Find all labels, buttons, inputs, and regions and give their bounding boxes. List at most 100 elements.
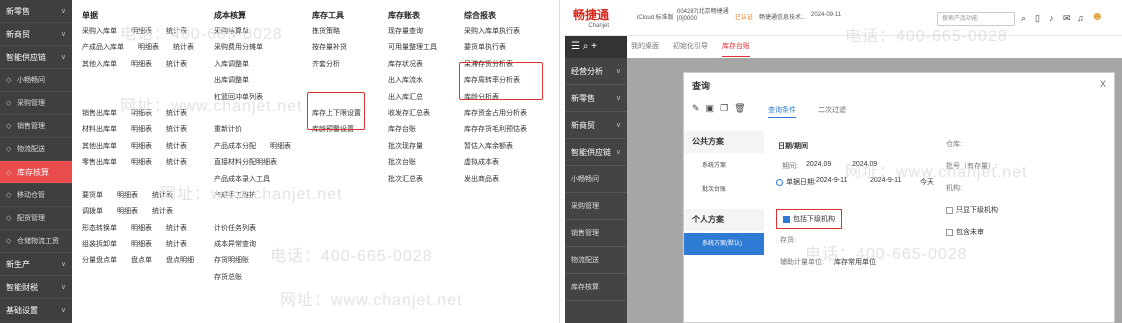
sidebar-item[interactable]: ◇ 配货管理 [0,207,72,230]
menu-link[interactable]: 暂估入库余额表 [464,143,513,150]
menu-link[interactable]: 其他出库单 [82,143,117,150]
company-name[interactable]: 004287|北京畅捷通 [677,6,729,15]
sidebar-item[interactable]: 物流配送 [565,247,627,274]
menu-link[interactable]: 重新计价 [214,126,242,133]
search-icon[interactable]: ⌕ [583,41,589,52]
search-icon[interactable]: ⌕ [1021,13,1026,24]
menu-link[interactable]: 明细表 [131,28,152,35]
aux-unit-select[interactable]: 库存常用单位 [834,257,876,267]
tab-conditions[interactable]: 查询条件 [768,105,796,118]
menu-link[interactable]: 产成品入库单 [82,44,124,51]
menu-link[interactable]: 发出商品表 [464,176,499,183]
menu-icon[interactable]: ☰ [571,41,580,52]
menu-link[interactable]: 统计表 [166,241,187,248]
menu-link[interactable]: 统计表 [152,208,173,215]
menu-link[interactable]: 拣货策略 [312,28,340,35]
menu-link[interactable]: 库存状况表 [388,61,423,68]
menu-link[interactable]: 明细表 [131,225,152,232]
include-sub-org-checkbox[interactable] [783,215,790,223]
sidebar-item[interactable]: 采购管理 [565,193,627,220]
menu-link[interactable]: 采购入库单执行表 [464,28,520,35]
menu-link[interactable]: 批次台账 [388,159,416,166]
menu-link[interactable]: 统计表 [152,192,173,199]
menu-link[interactable]: 直接材料分配明细表 [214,159,277,166]
date-from-input[interactable]: 2024-9-11 [816,177,847,184]
public-plan-header[interactable]: 公共方案 [684,131,764,153]
menu-link[interactable]: 明细表 [131,126,152,133]
menu-link[interactable]: 收发存汇总表 [388,110,430,117]
menu-link[interactable]: 明细表 [270,143,291,150]
sidebar-item[interactable]: 基础设置 ∨ [0,299,72,322]
menu-link[interactable]: 销售出库单 [82,110,117,117]
menu-link[interactable]: 产成手工维护 [214,192,256,199]
menu-link[interactable]: 出入库流水 [388,77,423,84]
menu-link[interactable]: 统计表 [166,159,187,166]
menu-link[interactable]: 批次汇总表 [388,176,423,183]
menu-link[interactable]: 统计表 [166,126,187,133]
bell-icon[interactable]: ♫ [1077,13,1084,23]
sidebar-item[interactable]: 新生产 ∨ [0,253,72,276]
sidebar-item[interactable]: 智能供应链 ∨ [565,139,627,166]
menu-link[interactable]: 计价任务列表 [214,225,256,232]
page-tab[interactable]: 我的桌面 [631,38,659,56]
menu-link[interactable]: 统计表 [166,225,187,232]
menu-link[interactable]: 明细表 [131,143,152,150]
sidebar-item[interactable]: 销售管理 [565,220,627,247]
public-plan-item[interactable]: 系统方案 [684,155,764,177]
menu-link[interactable]: 要货单执行表 [464,44,506,51]
menu-link[interactable]: 其他入库单 [82,61,117,68]
sidebar-item[interactable]: 库存核算 [565,274,627,301]
menu-link[interactable]: 库存存货毛利预估表 [464,126,527,133]
document-icon[interactable]: ▯ [1035,13,1040,24]
public-plan-item[interactable]: 批次台账 [684,179,764,201]
menu-link[interactable]: 盘点明细 [166,257,194,264]
notification-icon[interactable]: ♪ [1049,13,1054,23]
single-date-radio[interactable] [776,178,783,186]
sidebar-item[interactable]: 新零售 ∨ [565,85,627,112]
tab-secondary-filter[interactable]: 二次过滤 [818,105,846,115]
menu-link[interactable]: 成本异常查询 [214,241,256,248]
sidebar-item[interactable]: 新零售 ∨ [0,0,72,23]
menu-link[interactable]: 产品成本分配 [214,143,256,150]
menu-link[interactable]: 库存资金占用分析表 [464,110,527,117]
menu-link[interactable]: 分量盘点单 [82,257,117,264]
menu-link[interactable]: 杠篮回冲单列表 [214,94,263,101]
page-tab[interactable]: 初始化引导 [673,38,708,56]
menu-link[interactable]: 组装拆卸单 [82,241,117,248]
menu-link[interactable]: 要货单 [82,192,103,199]
menu-link[interactable]: 明细表 [131,110,152,117]
sidebar-item[interactable]: ◇ 移动仓管 [0,184,72,207]
menu-link[interactable]: 出库调整单 [214,77,249,84]
period-to-input[interactable]: 2024.09 [852,161,877,168]
sidebar-item[interactable]: ◇ 销售管理 [0,115,72,138]
include-unaudited-checkbox[interactable] [946,228,953,236]
personal-plan-item[interactable]: 系统方案(默认) [684,233,764,255]
close-icon[interactable]: X [1100,79,1106,89]
add-icon[interactable]: + [591,41,597,52]
menu-link[interactable]: 明细表 [131,159,152,166]
sidebar-item[interactable]: ◇ 仓储物流工资 [0,230,72,253]
avatar[interactable]: ☻ [1091,9,1104,23]
menu-link[interactable]: 统计表 [166,61,187,68]
menu-link[interactable]: 虚拟成本表 [464,159,499,166]
sidebar-item[interactable]: ◇ 物流配送 [0,138,72,161]
menu-link[interactable]: 统计表 [173,44,194,51]
search-input[interactable]: 搜索产品功能 [937,12,1015,26]
date-to-input[interactable]: 2024-9-11 [870,177,901,184]
only-org-checkbox[interactable] [946,206,953,214]
menu-link[interactable]: 齐套分析 [312,61,340,68]
menu-link[interactable]: 可用量整理工具 [388,44,437,51]
sidebar-item[interactable]: 智能供应链 ∨ [0,46,72,69]
menu-link[interactable]: 现存量查询 [388,28,423,35]
menu-link[interactable]: 形态转换单 [82,225,117,232]
menu-link[interactable]: 出入库汇总 [388,94,423,101]
message-icon[interactable]: ✉ [1063,13,1071,24]
sidebar-item[interactable]: ◇ 小畅畅问 [0,69,72,92]
menu-link[interactable]: 明细表 [138,44,159,51]
menu-link[interactable]: 明细表 [131,61,152,68]
menu-link[interactable]: 采购结算单 [214,28,249,35]
menu-link[interactable]: 明细表 [131,241,152,248]
sidebar-item[interactable]: 新商贸 ∨ [565,112,627,139]
edit-icon[interactable]: ✎ [692,103,706,113]
sidebar-item[interactable]: ◇ 库存核算 [0,161,72,184]
